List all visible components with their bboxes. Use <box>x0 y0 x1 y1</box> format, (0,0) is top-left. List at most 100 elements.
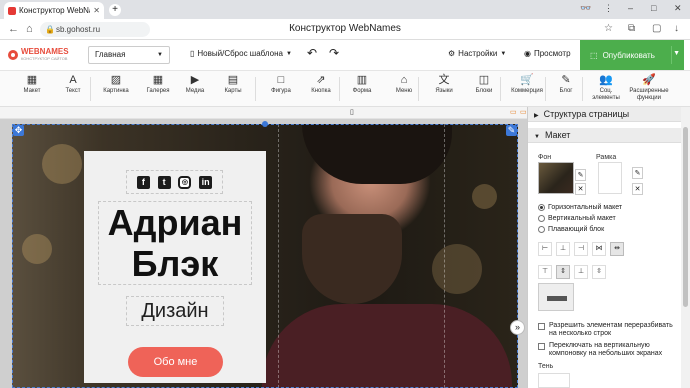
tool-icon: ⌂ <box>400 74 408 86</box>
tool-6[interactable]: ▤ Карты <box>218 73 248 95</box>
tab-title: Конструктор WebNam <box>19 6 90 15</box>
maximize-icon[interactable]: □ <box>651 3 656 13</box>
valign-stretch-icon[interactable]: ⇳ <box>592 265 606 279</box>
back-icon[interactable]: ← <box>8 23 19 35</box>
radio-label: Вертикальный макет <box>548 215 616 222</box>
tool-2[interactable]: A Текст <box>58 73 88 95</box>
shadow-label: Тень <box>538 363 554 370</box>
undo-icon[interactable]: ↶ <box>307 46 317 60</box>
justify-icon[interactable]: ⇹ <box>610 242 624 256</box>
facebook-icon[interactable]: f <box>136 175 150 189</box>
device-ruler: ▯ ▭ ▭ <box>0 107 527 119</box>
page-select[interactable]: Главная ▼ <box>88 46 170 64</box>
layout-preview-button[interactable] <box>538 283 574 311</box>
valign-top-icon[interactable]: ⊤ <box>538 265 552 279</box>
valign-middle-icon[interactable]: ⇕ <box>556 265 570 279</box>
tool-15[interactable]: 👥 Соц. элементы <box>589 73 623 102</box>
lock-status-icon[interactable]: ▢ <box>652 23 661 34</box>
tool-label: Медиа <box>185 88 205 94</box>
template-button[interactable]: ▯ Новый/Сброс шаблона ▼ <box>190 49 292 58</box>
tool-3[interactable]: ▨ Картинка <box>95 73 137 95</box>
mobile-icon[interactable]: ▯ <box>350 108 354 116</box>
desktop-icon[interactable]: ▭ <box>510 108 517 116</box>
layout-header[interactable]: ▼ Макет <box>528 128 682 143</box>
editor-canvas[interactable]: f t ◎ in Адриан Блэк Дизайн Обо мне ✥ ✎ … <box>0 119 527 388</box>
settings-button[interactable]: ⚙ Настройки ▼ <box>448 49 506 58</box>
vertical-label: Переключать на вертикальную компоновку н… <box>549 342 663 357</box>
bg-edit-icon[interactable]: ✎ <box>575 169 586 181</box>
wrap-checkbox[interactable]: Разрешить элементам переразбивать на нес… <box>538 322 678 338</box>
close-window-icon[interactable]: ✕ <box>674 3 682 14</box>
browser-tab[interactable]: Конструктор WebNam ✕ <box>4 2 104 19</box>
tool-9[interactable]: ▥ Форма <box>344 73 380 95</box>
align-right-icon[interactable]: ⊣ <box>574 242 588 256</box>
linkedin-icon[interactable]: in <box>199 175 213 189</box>
copy-icon[interactable]: ⧉ <box>628 23 635 34</box>
align-left-icon[interactable]: ⊢ <box>538 242 552 256</box>
publish-button[interactable]: ⬚ Опубликовать ▼ <box>580 40 684 70</box>
hero-name[interactable]: Адриан Блэк <box>98 201 252 285</box>
bg-label: Фон <box>538 154 552 161</box>
tool-label: Языки <box>435 88 453 94</box>
new-tab-button[interactable]: + <box>109 4 121 16</box>
menu-dots-icon[interactable]: ⋮ <box>604 3 613 14</box>
edit-icon[interactable]: ✎ <box>506 125 517 136</box>
tool-14[interactable]: ✎ Блог <box>553 73 579 95</box>
layout-radio-1[interactable]: Горизонтальный макет <box>538 204 622 211</box>
url-field[interactable]: 🔒 sb.gohost.ru <box>40 22 150 37</box>
collapse-panel-icon[interactable]: » <box>510 320 525 335</box>
redo-icon[interactable]: ↷ <box>329 46 339 60</box>
tool-7[interactable]: □ Фигура <box>262 73 300 95</box>
valign-bottom-icon[interactable]: ⊥ <box>574 265 588 279</box>
logo-text: WEBNAMES <box>21 47 69 56</box>
align-center-icon[interactable]: ⊥ <box>556 242 570 256</box>
bg-remove-icon[interactable]: ✕ <box>575 183 586 195</box>
tool-5[interactable]: ▶ Медиа <box>178 73 212 95</box>
close-tab-icon[interactable]: ✕ <box>93 6 100 15</box>
resize-handle[interactable] <box>262 121 268 127</box>
minimize-icon[interactable]: – <box>628 3 633 13</box>
tool-label: Блоки <box>475 88 493 94</box>
panel-scrollbar[interactable] <box>681 107 690 388</box>
tool-11[interactable]: 文 Языки <box>426 73 462 95</box>
layout-radio-2[interactable]: Вертикальный макет <box>538 215 616 222</box>
structure-header[interactable]: ▶ Структура страницы <box>528 107 682 122</box>
logo-subtitle: КОНСТРУКТОР САЙТОВ <box>21 56 68 61</box>
tool-13[interactable]: 🛒 Коммерция <box>505 73 549 95</box>
tool-1[interactable]: ▦ Макет <box>12 73 52 95</box>
tool-label: Форма <box>352 88 372 94</box>
home-icon[interactable]: ⌂ <box>26 23 33 35</box>
instagram-icon[interactable]: ◎ <box>178 175 192 189</box>
tool-icon: ▦ <box>152 74 164 86</box>
tool-8[interactable]: ⇗ Кнопка <box>302 73 340 95</box>
hero-card[interactable]: f t ◎ in Адриан Блэк Дизайн Обо мне <box>84 151 266 383</box>
layout-radio-3[interactable]: Плавающий блок <box>538 226 604 233</box>
social-icons[interactable]: f t ◎ in <box>126 170 223 194</box>
move-icon[interactable]: ✥ <box>13 125 24 136</box>
logo: WEBNAMES КОНСТРУКТОР САЙТОВ <box>8 48 69 61</box>
tool-10[interactable]: ⌂ Меню <box>386 73 422 95</box>
tool-16[interactable]: 🚀 Расширенные функции <box>625 73 673 102</box>
bookmark-icon[interactable]: ☆ <box>604 23 613 34</box>
hero-role[interactable]: Дизайн <box>126 296 224 326</box>
tool-4[interactable]: ▦ Галерея <box>140 73 176 95</box>
chevron-down-icon[interactable]: ▼ <box>673 50 680 57</box>
background-swatch[interactable] <box>538 162 574 194</box>
tool-icon: ▦ <box>26 74 38 86</box>
tablet-icon[interactable]: ▭ <box>520 108 527 116</box>
about-button[interactable]: Обо мне <box>128 347 223 377</box>
border-swatch[interactable] <box>598 162 622 194</box>
download-icon[interactable]: ↓ <box>674 23 679 34</box>
toolbar-divider <box>339 77 340 101</box>
border-edit-icon[interactable]: ✎ <box>632 167 643 179</box>
vertical-checkbox[interactable]: Переключать на вертикальную компоновку н… <box>538 342 678 358</box>
border-remove-icon[interactable]: ✕ <box>632 183 643 195</box>
preview-button[interactable]: ◉ Просмотр <box>524 49 571 58</box>
tool-12[interactable]: ◫ Блоки <box>468 73 500 95</box>
properties-panel: ▶ Структура страницы ▼ Макет Фон Рамка ✎ ✕… <box>527 107 682 388</box>
layout-title: Макет <box>544 130 571 140</box>
distribute-icon[interactable]: ⋈ <box>592 242 606 256</box>
shadow-swatch[interactable] <box>538 373 570 388</box>
toolbar-divider <box>500 77 501 101</box>
twitter-icon[interactable]: t <box>157 175 171 189</box>
